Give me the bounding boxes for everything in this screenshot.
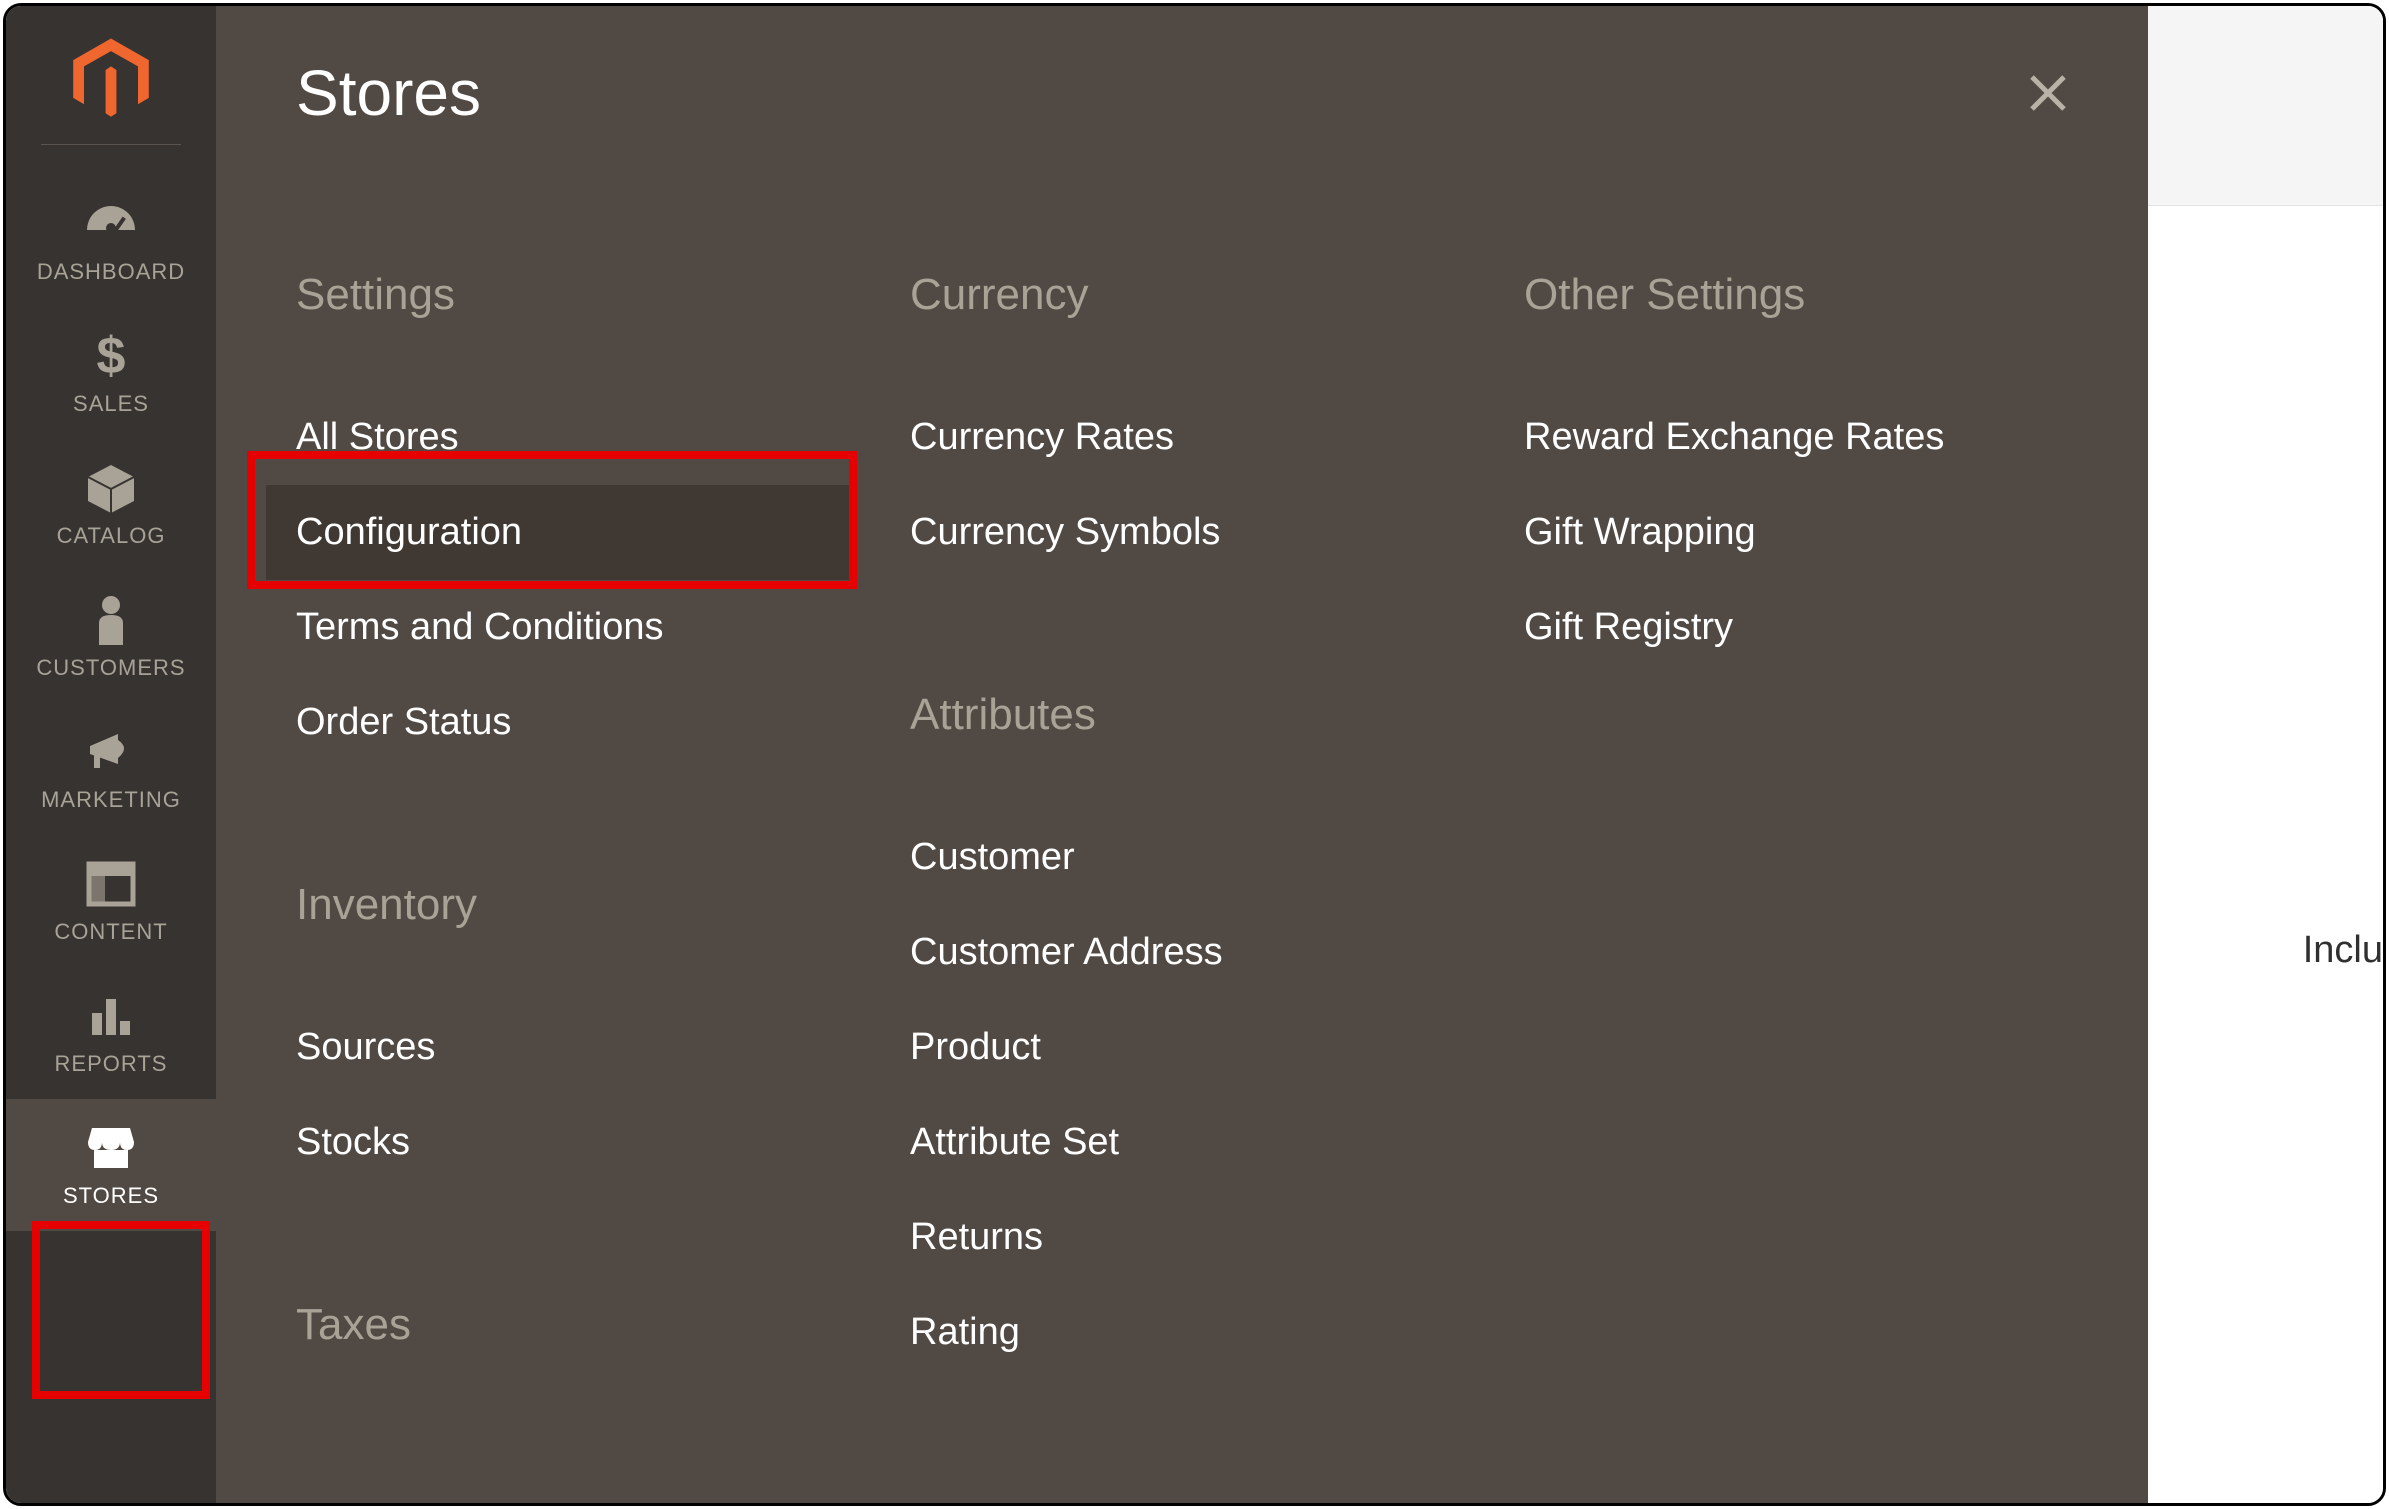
menu-link-reward-exchange-rates[interactable]: Reward Exchange Rates [1494, 390, 2078, 485]
menu-link-product[interactable]: Product [880, 1000, 1464, 1095]
group-heading-taxes: Taxes [296, 1300, 850, 1350]
menu-link-currency-rates[interactable]: Currency Rates [880, 390, 1464, 485]
box-icon [84, 461, 138, 515]
menu-link-customer[interactable]: Customer [880, 810, 1464, 905]
sidebar-item-customers[interactable]: CUSTOMERS [6, 571, 216, 703]
bar-chart-icon [86, 989, 136, 1043]
menu-link-terms-and-conditions[interactable]: Terms and Conditions [266, 580, 850, 675]
group-heading-other-settings: Other Settings [1524, 270, 2078, 320]
menu-link-all-stores[interactable]: All Stores [266, 390, 850, 485]
person-icon [91, 593, 131, 647]
sidebar-label: REPORTS [55, 1051, 168, 1077]
menu-link-order-status[interactable]: Order Status [266, 675, 850, 770]
sidebar-label: CATALOG [57, 523, 166, 549]
layout-icon [86, 857, 136, 911]
sidebar-label: DASHBOARD [37, 259, 185, 285]
group-heading-attributes: Attributes [910, 690, 1464, 740]
menu-link-currency-symbols[interactable]: Currency Symbols [880, 485, 1464, 580]
background-content: Inclu [2148, 6, 2383, 1503]
close-icon [2024, 69, 2072, 117]
menu-link-returns[interactable]: Returns [880, 1190, 1464, 1285]
magento-logo[interactable] [66, 34, 156, 124]
menu-link-rating[interactable]: Rating [880, 1285, 1464, 1380]
gauge-icon [82, 197, 140, 251]
sidebar-label: MARKETING [41, 787, 181, 813]
sidebar-label: STORES [63, 1183, 159, 1209]
flyout-title: Stores [296, 56, 481, 130]
svg-text:$: $ [97, 329, 126, 383]
sidebar-item-reports[interactable]: REPORTS [6, 967, 216, 1099]
background-text-fragment: Inclu [2303, 929, 2383, 972]
group-heading-settings: Settings [296, 270, 850, 320]
background-topbar [2148, 6, 2383, 206]
menu-link-attribute-set[interactable]: Attribute Set [880, 1095, 1464, 1190]
sidebar-item-dashboard[interactable]: DASHBOARD [6, 175, 216, 307]
group-heading-inventory: Inventory [296, 880, 850, 930]
group-heading-currency: Currency [910, 270, 1464, 320]
sidebar-item-sales[interactable]: $ SALES [6, 307, 216, 439]
menu-link-gift-wrapping[interactable]: Gift Wrapping [1494, 485, 2078, 580]
sidebar-label: CONTENT [54, 919, 167, 945]
sidebar-label: CUSTOMERS [36, 655, 185, 681]
admin-sidebar: DASHBOARD $ SALES CATALOG CUSTOMERS [6, 6, 216, 1503]
close-button[interactable] [2018, 63, 2078, 123]
sidebar-divider [41, 144, 181, 145]
flyout-column-1: Settings All Stores Configuration Terms … [296, 270, 850, 1420]
sidebar-item-marketing[interactable]: MARKETING [6, 703, 216, 835]
menu-link-stocks[interactable]: Stocks [266, 1095, 850, 1190]
store-icon [84, 1121, 138, 1175]
sidebar-item-stores[interactable]: STORES [6, 1099, 216, 1231]
menu-link-customer-address[interactable]: Customer Address [880, 905, 1464, 1000]
flyout-column-3: Other Settings Reward Exchange Rates Gif… [1524, 270, 2078, 1420]
sidebar-item-content[interactable]: CONTENT [6, 835, 216, 967]
menu-link-configuration[interactable]: Configuration [266, 485, 850, 580]
sidebar-item-catalog[interactable]: CATALOG [6, 439, 216, 571]
sidebar-label: SALES [73, 391, 149, 417]
flyout-column-2: Currency Currency Rates Currency Symbols… [910, 270, 1464, 1420]
megaphone-icon [84, 725, 138, 779]
dollar-icon: $ [91, 329, 131, 383]
menu-link-gift-registry[interactable]: Gift Registry [1494, 580, 2078, 675]
stores-flyout-panel: Stores Settings All Stores Configuration… [216, 6, 2148, 1503]
menu-link-sources[interactable]: Sources [266, 1000, 850, 1095]
